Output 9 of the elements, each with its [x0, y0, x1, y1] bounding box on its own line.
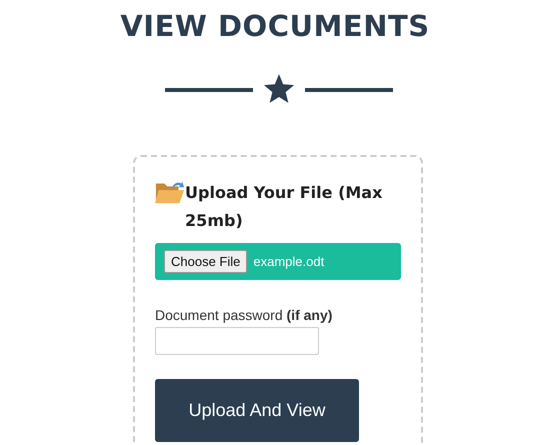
- folder-icon: [155, 179, 186, 205]
- page-heading: VIEW DOCUMENTS: [120, 8, 430, 44]
- upload-title: Upload Your File (Max 25mb): [185, 182, 384, 232]
- password-field[interactable]: [155, 327, 319, 355]
- password-label: Document password (if any): [155, 307, 334, 323]
- choose-file-button[interactable]: Choose File: [164, 250, 248, 273]
- star-icon: [263, 74, 295, 105]
- upload-and-view-button[interactable]: Upload And View: [155, 379, 359, 442]
- file-name: example.odt: [253, 254, 324, 269]
